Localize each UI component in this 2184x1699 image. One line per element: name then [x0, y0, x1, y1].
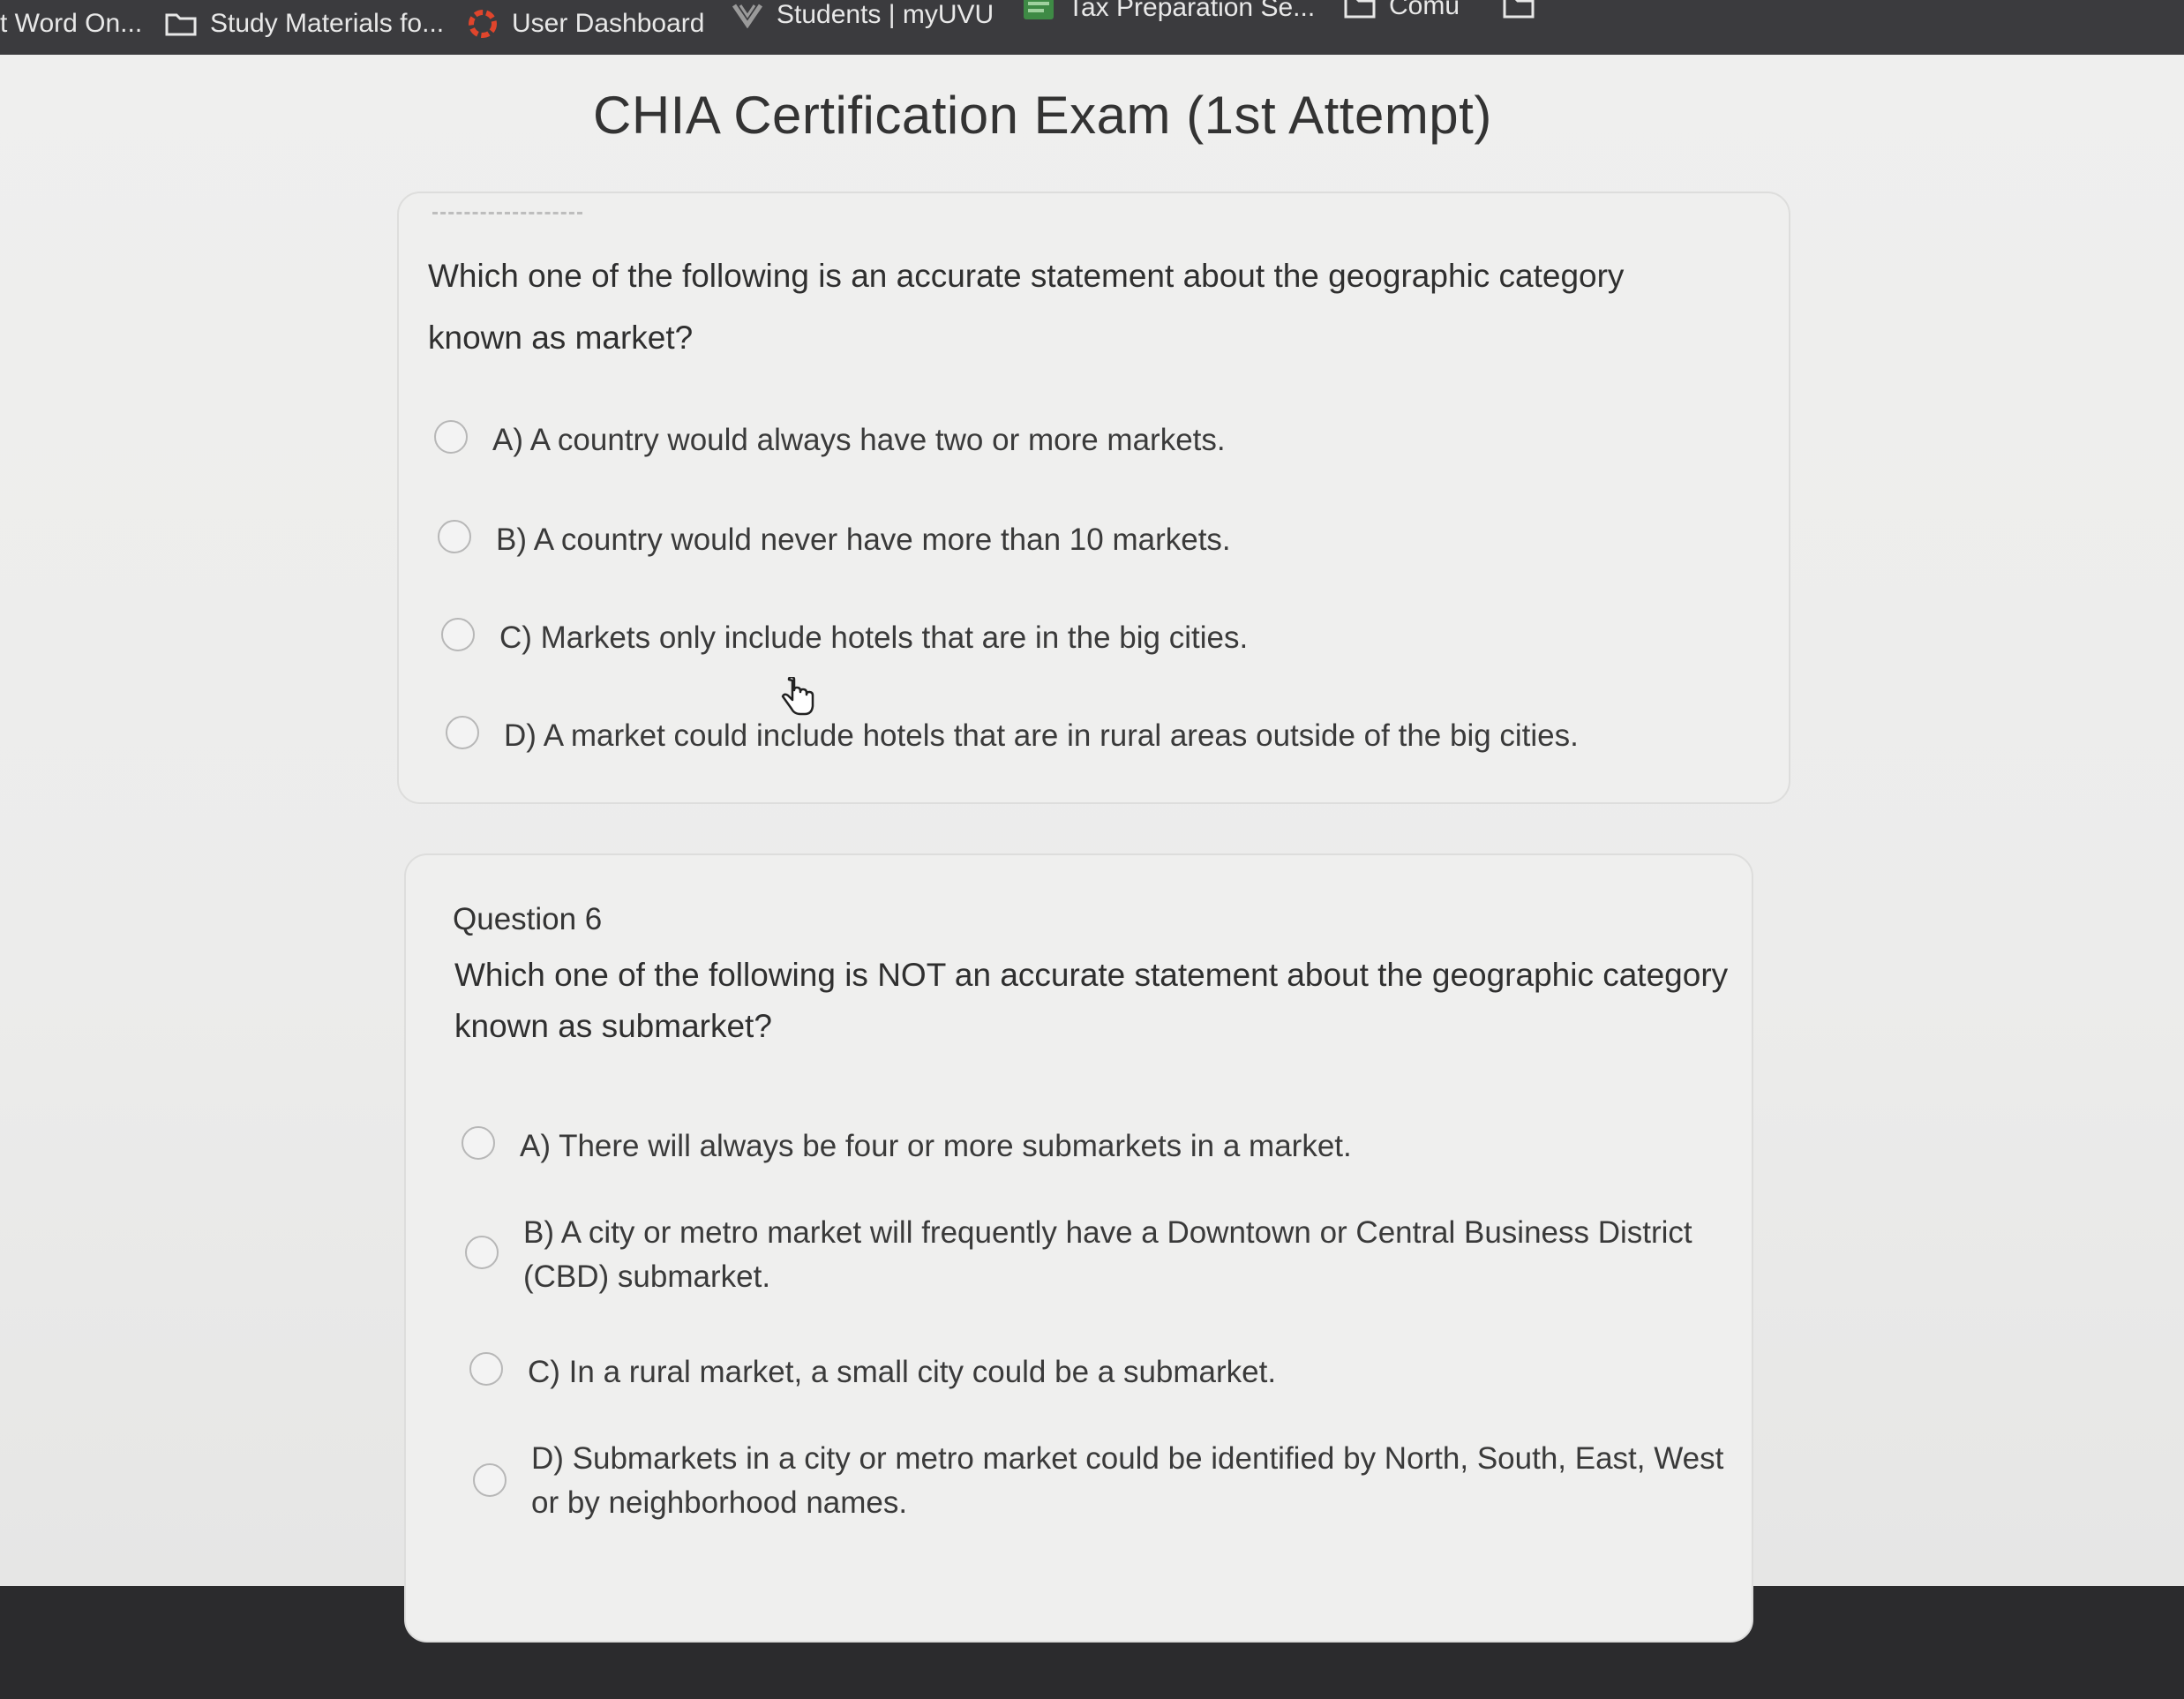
option-label: D) Submarkets in a city or metro market … — [531, 1437, 1723, 1525]
radio-button[interactable] — [446, 716, 479, 749]
page-title: CHIA Certification Exam (1st Attempt) — [593, 86, 1492, 145]
radio-button[interactable] — [465, 1236, 499, 1269]
option-line: C) Markets only include hotels that are … — [499, 620, 1249, 655]
option-line: B) A city or metro market will frequentl… — [523, 1215, 1692, 1250]
option-line: (CBD) submarket. — [523, 1259, 771, 1294]
option-label: C) In a rural market, a small city could… — [528, 1350, 1276, 1395]
divider — [432, 212, 582, 214]
option-line: B) A country would never have more than … — [496, 522, 1231, 557]
folder-icon — [1502, 0, 1535, 21]
question-text-line: Which one of the following is NOT an acc… — [454, 957, 1729, 993]
bookmark-label: User Dashboard — [512, 9, 705, 38]
bookmark-label: Students | myUVU — [777, 0, 994, 29]
radio-button[interactable] — [469, 1352, 503, 1386]
answer-option-c[interactable]: C) Markets only include hotels that are … — [441, 616, 1248, 660]
uvu-logo-icon — [731, 0, 764, 30]
hand-cursor-icon — [781, 677, 814, 716]
bookmark-user-dashboard[interactable]: User Dashboard — [466, 4, 704, 44]
answer-option-a[interactable]: A) There will always be four or more sub… — [462, 1124, 1352, 1169]
option-line: C) In a rural market, a small city could… — [528, 1355, 1277, 1389]
question-number: Question 6 — [453, 902, 603, 936]
option-label: A) There will always be four or more sub… — [520, 1124, 1352, 1169]
bookmark-tax-preparation[interactable]: Tax Preparation Se... — [1022, 0, 1315, 28]
bookmark-folder[interactable] — [1502, 0, 1548, 26]
option-label: A) A country would always have two or mo… — [492, 418, 1226, 462]
answer-option-d[interactable]: D) Submarkets in a city or metro market … — [473, 1437, 1723, 1525]
answer-option-d[interactable]: D) A market could include hotels that ar… — [446, 714, 1579, 758]
option-line: D) A market could include hotels that ar… — [504, 718, 1579, 753]
bookmark-label: Tax Preparation Se... — [1068, 0, 1316, 22]
option-label: B) A country would never have more than … — [496, 518, 1231, 562]
radio-button[interactable] — [434, 420, 468, 454]
radio-button[interactable] — [441, 618, 475, 651]
option-line: or by neighborhood names. — [531, 1485, 908, 1520]
option-line: A) A country would always have two or mo… — [492, 423, 1226, 457]
answer-option-b[interactable]: B) A country would never have more than … — [438, 518, 1231, 562]
bookmark-word-online[interactable]: t Word On... — [0, 4, 142, 44]
bookmark-students-myuvu[interactable]: Students | myUVU — [731, 0, 994, 35]
tax-site-icon — [1022, 0, 1055, 23]
question-text-line: Which one of the following is an accurat… — [428, 258, 1625, 294]
dashboard-logo-icon — [466, 9, 499, 39]
option-line: A) There will always be four or more sub… — [520, 1129, 1352, 1163]
bookmark-label: Study Materials fo... — [210, 9, 445, 38]
option-label: C) Markets only include hotels that are … — [499, 616, 1248, 660]
option-label: B) A city or metro market will frequentl… — [523, 1211, 1692, 1299]
answer-option-a[interactable]: A) A country would always have two or mo… — [434, 418, 1226, 462]
bookmark-label: t Word On... — [0, 9, 143, 38]
option-label: D) A market could include hotels that ar… — [504, 714, 1579, 758]
bookmark-comu[interactable]: Comu — [1343, 0, 1460, 26]
bookmark-label: Comu — [1389, 0, 1460, 20]
radio-button[interactable] — [438, 520, 471, 553]
question-text: Which one of the following is an accurat… — [428, 245, 1624, 369]
bookmarks-bar: t Word On... Study Materials fo... User … — [0, 0, 2184, 55]
question-text-line: known as market? — [428, 320, 694, 356]
question-text: Which one of the following is NOT an acc… — [454, 950, 1728, 1052]
radio-button[interactable] — [473, 1463, 507, 1497]
answer-option-c[interactable]: C) In a rural market, a small city could… — [469, 1350, 1276, 1395]
folder-icon — [1343, 0, 1377, 21]
exam-page: CHIA Certification Exam (1st Attempt) Wh… — [0, 55, 2184, 1643]
radio-button[interactable] — [462, 1126, 495, 1160]
bookmark-study-materials[interactable]: Study Materials fo... — [164, 4, 444, 44]
question-text-line: known as submarket? — [454, 1008, 772, 1044]
folder-icon — [164, 9, 198, 39]
option-line: D) Submarkets in a city or metro market … — [531, 1441, 1724, 1476]
answer-option-b[interactable]: B) A city or metro market will frequentl… — [465, 1211, 1692, 1299]
